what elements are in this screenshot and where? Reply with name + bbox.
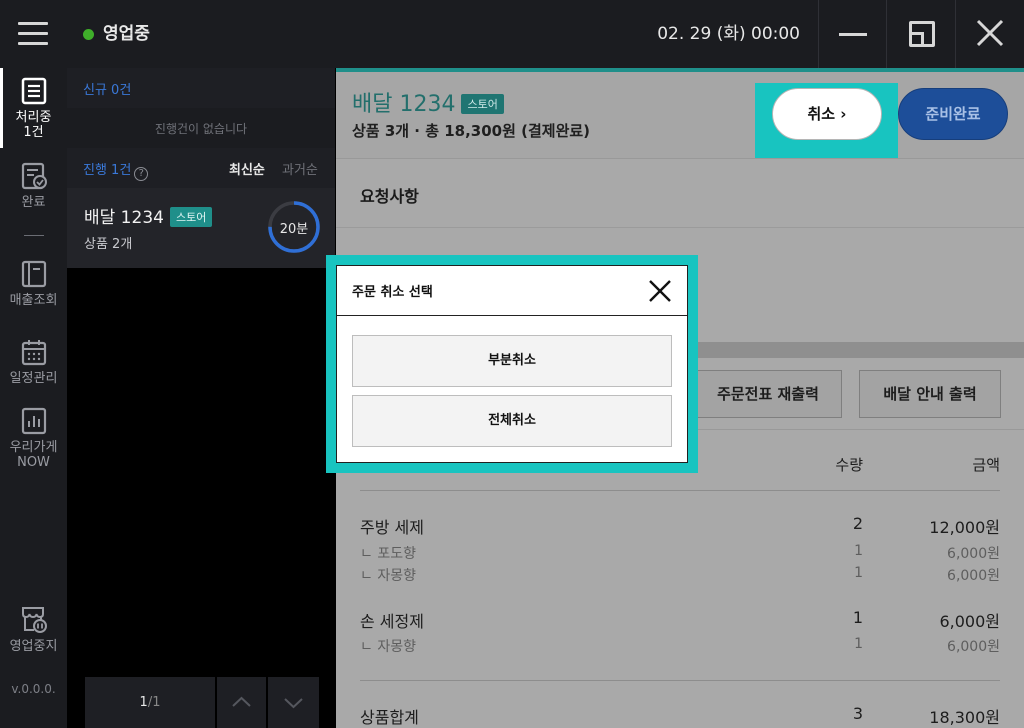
app-version: v.0.0.0. [11, 682, 56, 696]
sidebar-item-label: 영업중지 [9, 639, 58, 654]
bar-chart-icon [21, 407, 46, 435]
minimize-button[interactable] [818, 0, 886, 68]
restore-icon [909, 21, 935, 47]
amount-header: 금액 [972, 456, 1000, 474]
sort-newest-tab[interactable]: 최신순 [229, 159, 265, 178]
cancel-button[interactable]: 취소 › [772, 88, 882, 140]
qty-header: 수량 [835, 456, 863, 474]
timer-label: 20분 [279, 222, 309, 237]
chevron-up-icon [232, 696, 251, 707]
business-status[interactable]: 영업중 [103, 20, 150, 48]
date-time: 02. 29 (화) 00:00 [657, 24, 800, 44]
full-cancel-button[interactable]: 전체취소 [352, 395, 672, 447]
store-badge: 스토어 [461, 94, 504, 114]
close-window-button[interactable] [955, 0, 1023, 68]
dialog-close-button[interactable] [645, 276, 675, 306]
pager: 1/1 [85, 677, 319, 728]
print-delivery-button[interactable]: 배달 안내 출력 [859, 370, 1001, 418]
page-up-button[interactable] [217, 677, 266, 728]
detail-title: 배달 1234 스토어 [352, 86, 504, 118]
ready-complete-button[interactable]: 준비완료 [898, 88, 1008, 140]
order-summary: 상품 3개 · 총 18,300원 (결제완료) [352, 122, 591, 140]
store-pause-icon [21, 607, 47, 633]
sidebar-item-schedule[interactable]: 일정관리 [0, 338, 67, 386]
new-orders-count: 신규 0건 [83, 83, 132, 98]
in-progress-count: 진행 1건? [83, 159, 149, 181]
document-check-icon [21, 162, 47, 190]
status-dot [83, 29, 94, 40]
calendar-icon [21, 340, 46, 366]
ledger-icon [21, 260, 46, 288]
sidebar-item-pause-business[interactable]: 영업중지 [0, 604, 67, 654]
sidebar-divider [24, 235, 44, 236]
in-progress-header: 진행 1건? 최신순 과거순 [67, 148, 335, 188]
empty-message: 진행건이 없습니다 [154, 122, 248, 136]
sidebar-item-label: 완료 [21, 195, 46, 210]
chevron-down-icon [284, 698, 303, 709]
sidebar-item-completed[interactable]: 완료 [0, 162, 67, 210]
dialog-title: 주문 취소 선택 [352, 285, 433, 300]
reprint-order-button[interactable]: 주문전표 재출력 [694, 370, 842, 418]
request-title: 요청사항 [360, 187, 419, 206]
close-icon [976, 19, 1004, 47]
sidebar: 처리중 1건 완료 매출조회 일정관리 우리가게 NOW 영업중지 v.0.0.… [0, 68, 67, 728]
top-bar: 영업중 02. 29 (화) 00:00 [0, 0, 1024, 68]
sidebar-item-processing[interactable]: 처리중 1건 [0, 68, 67, 148]
document-list-icon [21, 77, 46, 105]
order-list-panel: 신규 0건 진행건이 없습니다 진행 1건? 최신순 과거순 배달 1234 스토… [67, 68, 335, 728]
close-icon [649, 280, 671, 302]
menu-icon[interactable] [18, 22, 48, 46]
sidebar-item-store-now[interactable]: 우리가게 NOW [0, 407, 67, 470]
page-indicator: 1/1 [85, 677, 215, 728]
order-title: 배달 1234 스토어 [84, 203, 213, 228]
partial-cancel-button[interactable]: 부분취소 [352, 335, 672, 387]
empty-state: 진행건이 없습니다 [67, 108, 335, 148]
order-item-count: 상품 2개 [84, 237, 133, 252]
sidebar-item-sub: NOW [17, 455, 50, 470]
restore-button[interactable] [886, 0, 954, 68]
sidebar-item-count: 1건 [23, 125, 44, 140]
cancel-choice-dialog: 주문 취소 선택 부분취소 전체취소 [336, 265, 688, 463]
sidebar-item-label: 매출조회 [9, 293, 58, 308]
sidebar-item-label: 우리가게 [9, 440, 58, 455]
sidebar-item-label: 일정관리 [9, 371, 58, 386]
page-down-button[interactable] [268, 677, 319, 728]
sidebar-item-sales[interactable]: 매출조회 [0, 260, 67, 308]
help-icon[interactable]: ? [134, 167, 149, 181]
store-badge: 스토어 [169, 207, 213, 227]
new-orders-header: 신규 0건 [67, 68, 335, 108]
minimize-icon [839, 33, 867, 36]
sort-oldest-tab[interactable]: 과거순 [282, 159, 318, 178]
sidebar-item-label: 처리중 [15, 110, 52, 125]
